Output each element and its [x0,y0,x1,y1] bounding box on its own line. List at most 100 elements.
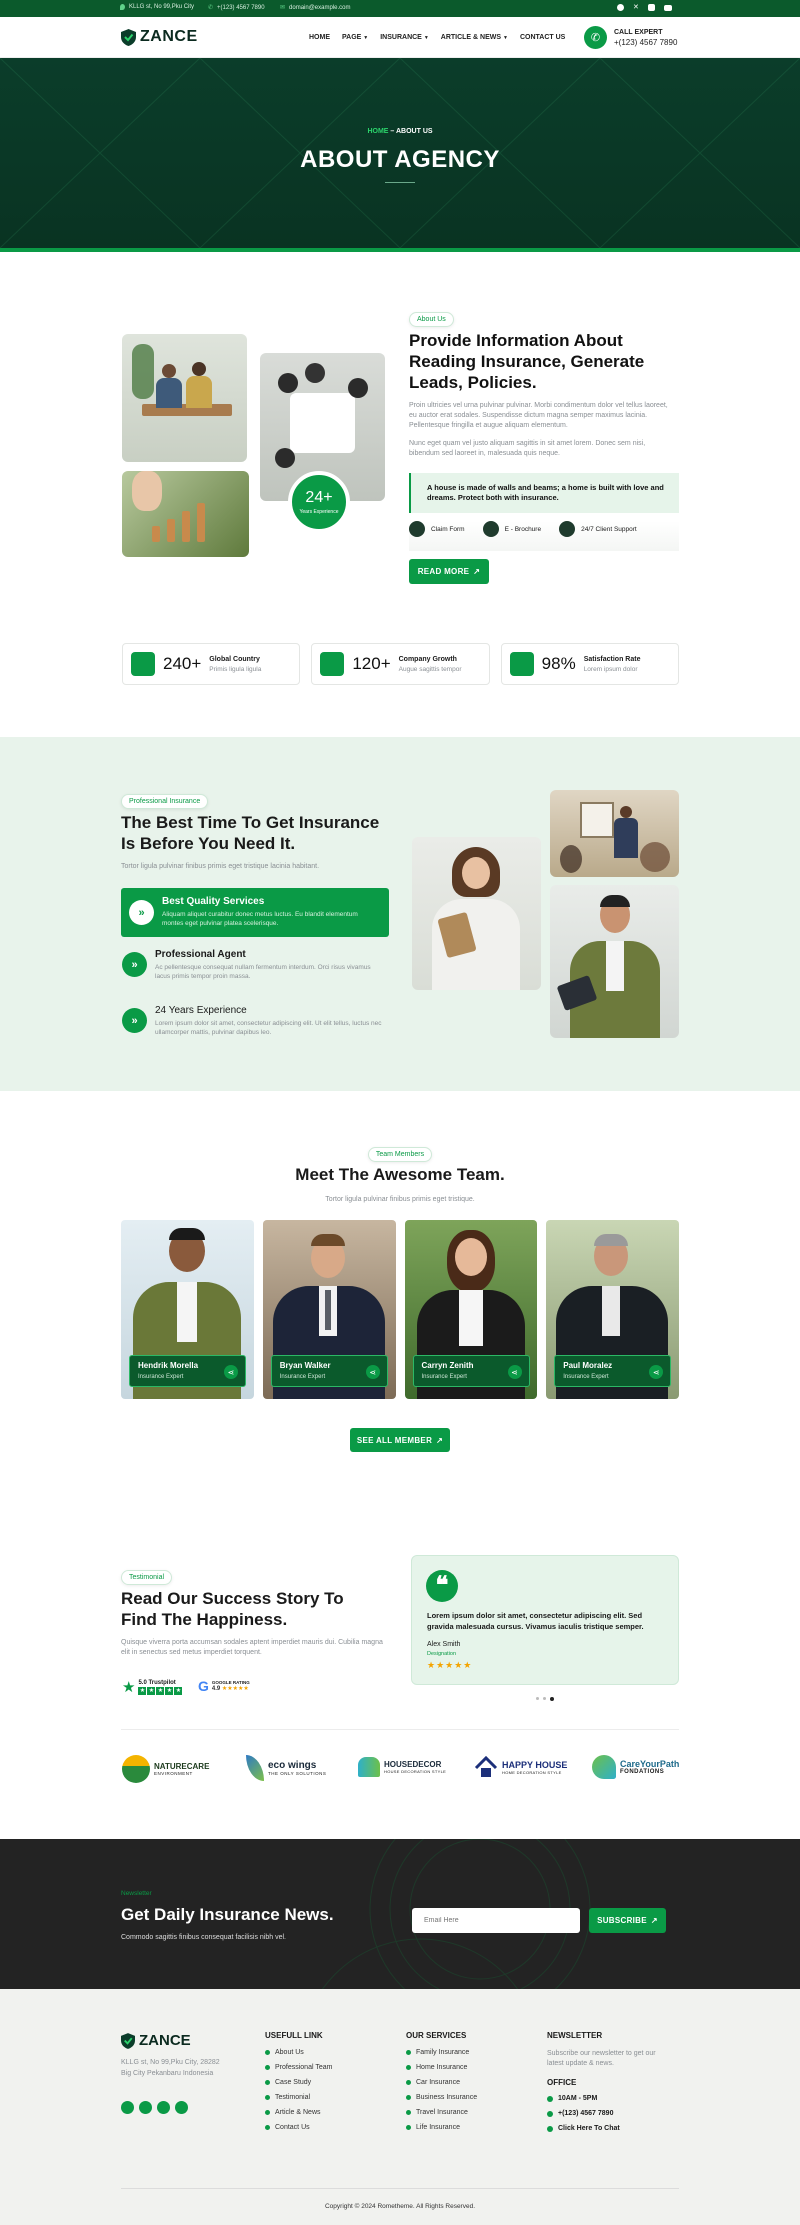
location-icon [120,4,125,10]
experience-badge: 24+ Years Experience [288,471,350,533]
footer-link[interactable]: About Us [265,2049,385,2056]
nav-insurance[interactable]: INSURANCE ▼ [380,34,429,41]
footer-link[interactable]: Case Study [265,2079,385,2086]
brand-happy-house[interactable]: HAPPY HOUSE HOME DECORATION STYLE [474,1755,567,1779]
office-chat[interactable]: Click Here To Chat [547,2125,672,2132]
read-more-button[interactable]: READ MORE ↗ [409,559,489,584]
team-card[interactable]: Bryan Walker Insurance Expert ⋖ [262,1220,396,1399]
stat-card: 98% Satisfaction Rate Lorem ipsum dolor [500,643,679,685]
newsletter-tag: Newsletter [121,1890,152,1897]
footer-link[interactable]: Testimonial [265,2094,385,2101]
nav-contact[interactable]: CONTACT US [520,34,565,41]
footer-divider [121,2188,679,2189]
team-grid: Hendrik Morella Insurance Expert ⋖ Bryan… [121,1220,679,1399]
top-bar-phone[interactable]: ✆ +(123) 4567 7890 [208,4,265,12]
team-card[interactable]: Carryn Zenith Insurance Expert ⋖ [404,1220,538,1399]
footer-address: KLLG st, No 99,Pku City, 28282 Big City … [121,2059,220,2077]
why-photo-man [550,885,679,1038]
facebook-icon[interactable] [617,4,624,11]
twitter-icon[interactable] [647,4,655,11]
trophy-icon [509,652,534,676]
nav-article-news[interactable]: ARTICLE & NEWS ▼ [441,34,508,41]
call-expert[interactable]: ✆ CALL EXPERT +(123) 4567 7890 [584,26,677,49]
trustpilot-stars: ★ ★ ★ ★ ★ [138,1686,183,1695]
share-icon[interactable]: ⋖ [507,1365,522,1379]
page-title: ABOUT AGENCY [300,146,500,173]
top-bar-email[interactable]: ✉ domain@example.com [280,4,350,12]
footer-col-newsletter: NEWSLETTER Subscribe our newsletter to g… [547,2031,672,2132]
footer-link[interactable]: Contact Us [265,2124,385,2131]
subscribe-button[interactable]: SUBSCRIBE ↗ [589,1908,666,1933]
footer-link[interactable]: Car Insurance [406,2079,526,2086]
footer-link[interactable]: Professional Team [265,2064,385,2071]
brand-eco-wings[interactable]: eco wings THE ONLY SOLUTIONS [246,1755,326,1781]
slider-dot-active[interactable] [550,1697,554,1701]
footer-link[interactable]: Business Insurance [406,2094,526,2101]
newsletter-title: Get Daily Insurance News. [121,1905,334,1924]
support-icon [559,521,576,537]
breadcrumb-home[interactable]: HOME [367,128,388,135]
slider-dot[interactable] [543,1697,546,1700]
brand-naturecare[interactable]: NATURECARE ENVIRONMENT [122,1755,209,1783]
stats-row: 240+ Global Country Primis ligula ligula … [122,643,679,685]
arrow-up-right-icon: ↗ [650,1916,658,1925]
path-logo-icon [592,1755,616,1779]
logo[interactable]: ZANCE [121,28,198,46]
footer-link[interactable]: Travel Insurance [406,2109,526,2116]
why-title: The Best Time To Get Insurance Is Before… [121,813,380,853]
team-card[interactable]: Paul Moralez Insurance Expert ⋖ [546,1220,679,1399]
newsletter-email-input[interactable] [412,1908,580,1933]
clock-icon [547,2095,553,2102]
phone-icon: ✆ [208,5,214,11]
member-label: Paul Moralez Insurance Expert ⋖ [554,1355,672,1387]
share-icon[interactable]: ⋖ [365,1365,380,1379]
double-chevron-icon: » [129,900,154,925]
why-item[interactable]: » Professional Agent Ac pellentesque con… [121,947,389,989]
footer-link[interactable]: Family Insurance [406,2049,526,2056]
nav-home[interactable]: HOME [309,34,330,41]
feature-brochure[interactable]: E - Brochure [482,521,541,537]
slider-dot[interactable] [536,1697,539,1700]
globe-icon [131,652,155,676]
office-phone[interactable]: +(123) 4567 7890 [547,2110,672,2117]
about-text-1: Proin ultricies vel urna pulvinar pulvin… [409,402,668,429]
testimonial-title: Read Our Success Story To Find The Happi… [121,1589,344,1629]
about-features: Claim Form E - Brochure 24/7 Client Supp… [409,521,679,551]
feature-claim-form[interactable]: Claim Form [409,521,465,537]
title-underline [385,182,415,183]
newsletter-rings [321,1839,591,1989]
chevron-down-icon: ▼ [423,35,429,41]
chevron-down-icon: ▼ [363,35,369,41]
why-intro: Tortor ligula pulvinar finibus primis eg… [121,863,320,870]
footer-logo[interactable]: ZANCE [121,2032,191,2049]
twitter-icon[interactable] [157,2101,170,2114]
why-item-active[interactable]: » Best Quality Services Aliquam aliquet … [121,888,389,937]
brand-careyourpath[interactable]: CareYourPath FONDATIONS [592,1755,679,1779]
about-text-2: Nunc eget quam vel justo aliquam sagitti… [409,440,646,457]
footer-link[interactable]: Home Insurance [406,2064,526,2071]
share-icon[interactable]: ⋖ [649,1365,664,1379]
mail-icon: ✉ [280,5,286,11]
hero-green-stripe [0,248,800,252]
x-icon[interactable] [139,2101,152,2114]
phone-icon [547,2110,553,2117]
footer [0,1989,800,2225]
footer-link[interactable]: Article & News [265,2109,385,2116]
feature-support[interactable]: 24/7 Client Support [559,521,637,537]
footer-link[interactable]: Life Insurance [406,2124,526,2131]
youtube-icon[interactable] [663,5,672,11]
team-card[interactable]: Hendrik Morella Insurance Expert ⋖ [121,1220,254,1399]
team-subtitle: Tortor ligula pulvinar finibus primis eg… [325,1196,475,1203]
why-section [0,737,800,1091]
member-label: Hendrik Morella Insurance Expert ⋖ [129,1355,246,1387]
house-logo-icon [358,1757,380,1777]
youtube-icon[interactable] [175,2101,188,2114]
nav-page[interactable]: PAGE ▼ [342,34,368,41]
why-item[interactable]: » 24 Years Experience Lorem ipsum dolor … [121,1003,389,1045]
x-icon[interactable]: ✕ [633,4,639,11]
share-icon[interactable]: ⋖ [224,1365,238,1379]
facebook-icon[interactable] [121,2101,134,2114]
brands-divider [121,1729,679,1730]
brand-housedecor[interactable]: HOUSEDECOR HOUSE DECORATION STYLE [358,1757,446,1777]
see-all-members-button[interactable]: SEE ALL MEMBER ↗ [350,1428,450,1452]
